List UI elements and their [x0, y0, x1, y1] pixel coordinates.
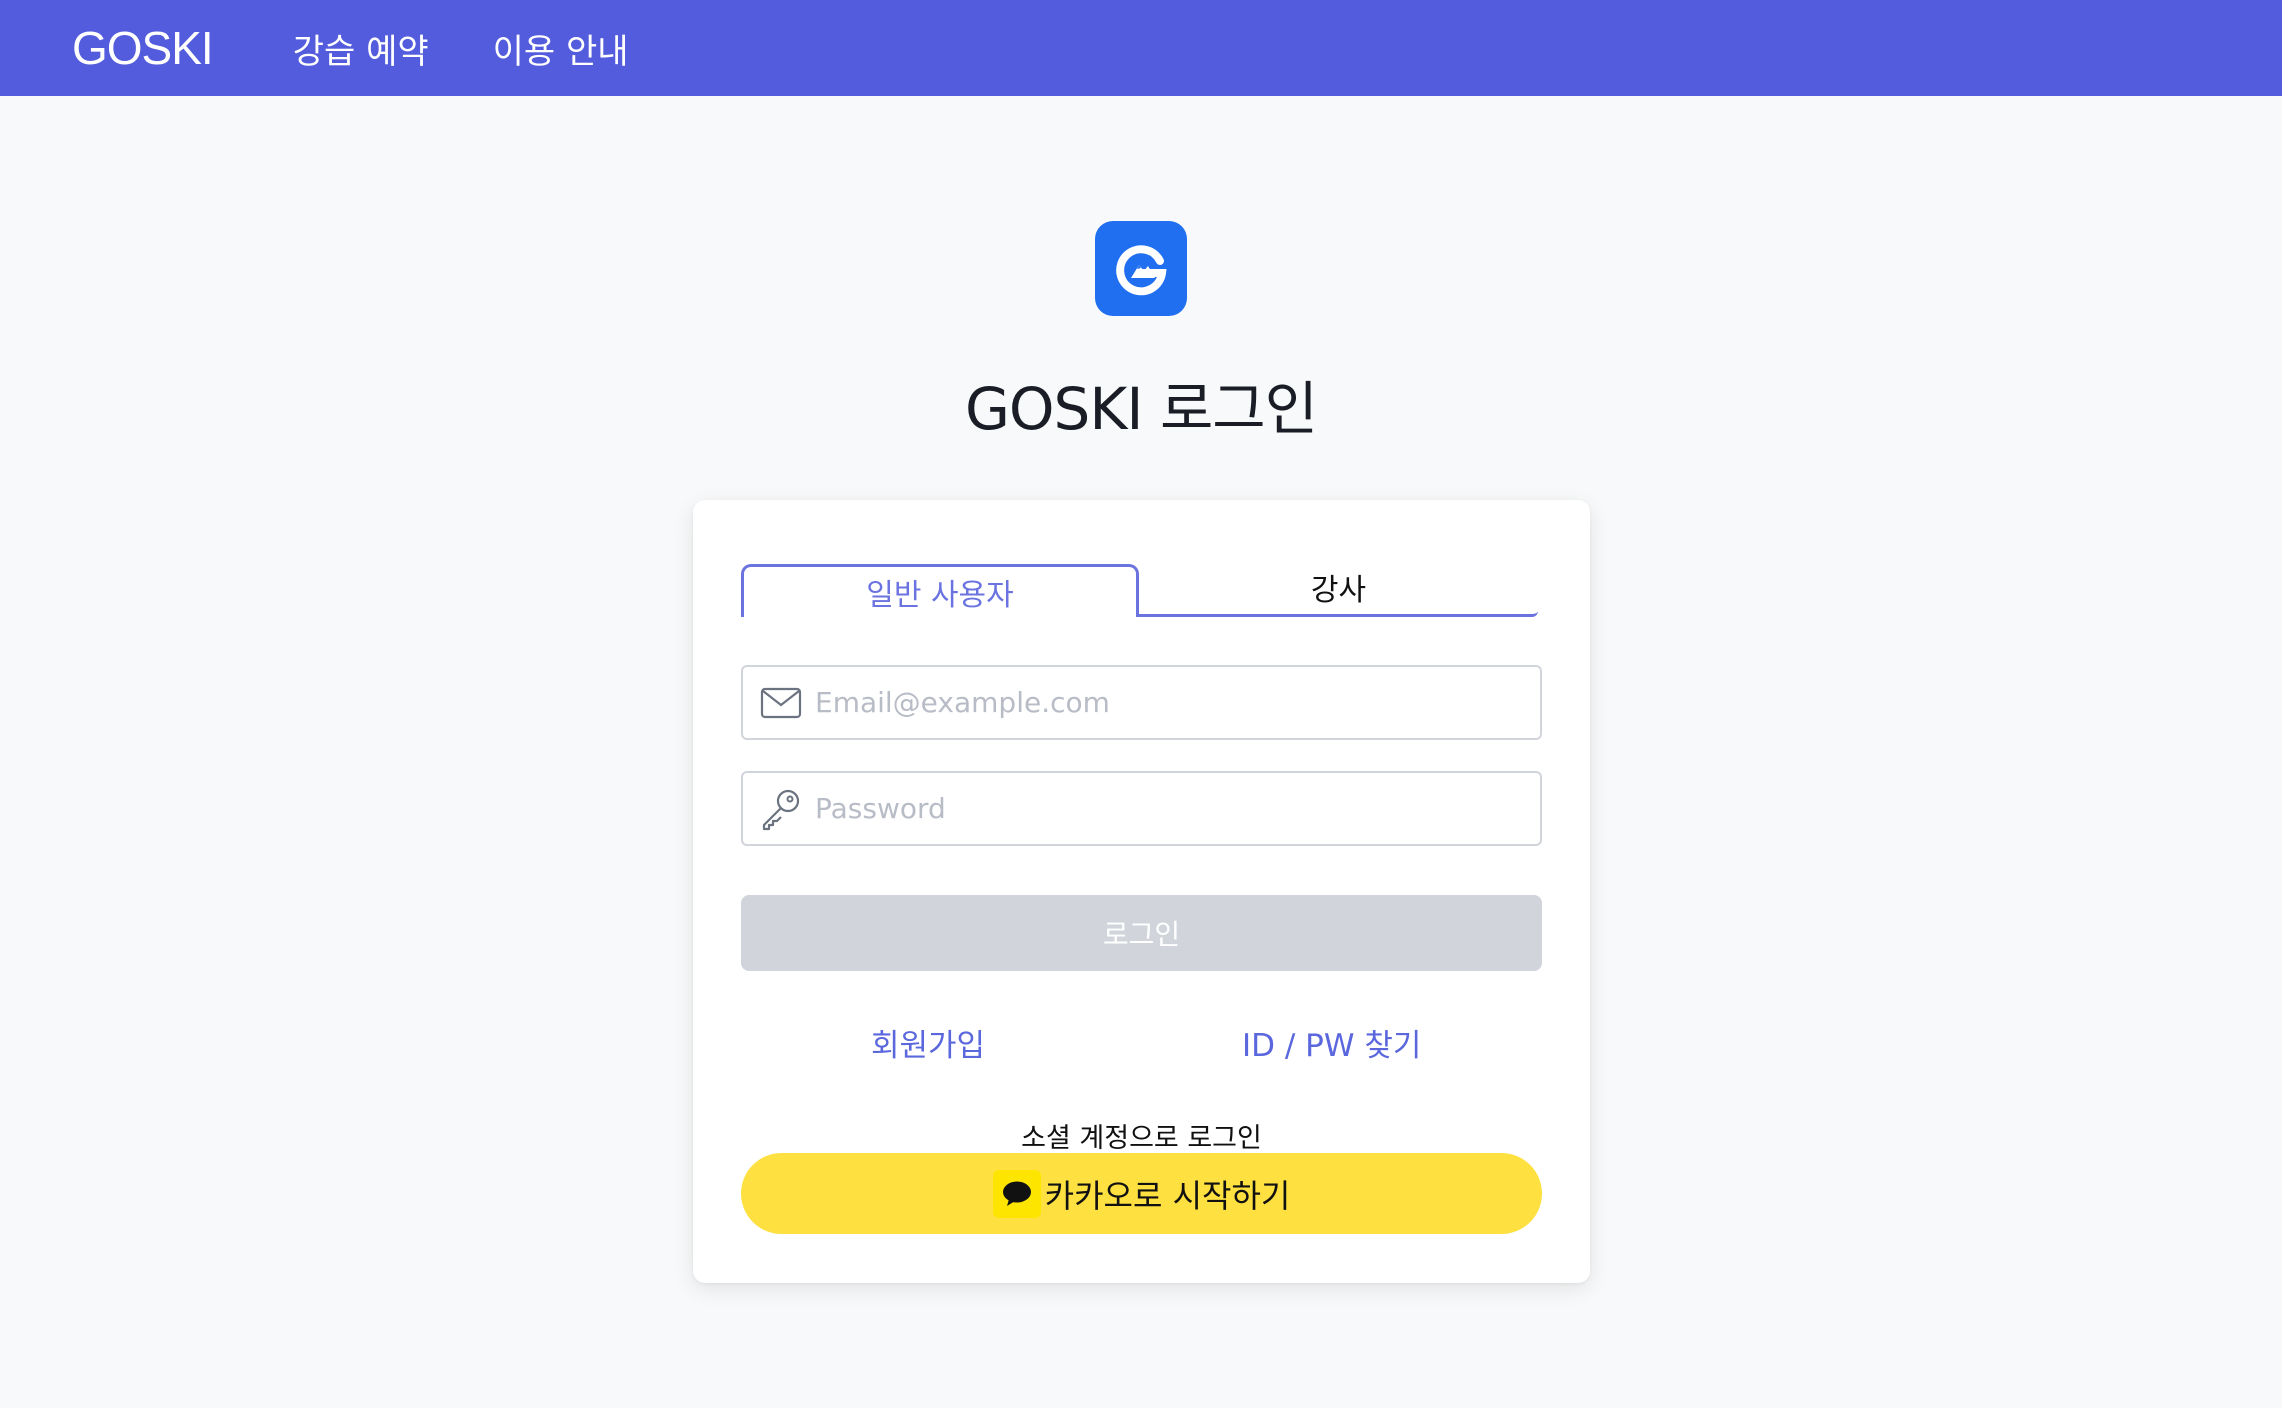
email-input[interactable] — [815, 667, 1540, 738]
password-field[interactable] — [741, 771, 1542, 846]
key-icon — [759, 787, 803, 831]
nav-link-lesson-booking[interactable]: 강습 예약 — [293, 24, 429, 73]
page-title: GOSKI 로그인 — [964, 375, 1318, 443]
email-field[interactable] — [741, 665, 1542, 740]
login-button[interactable]: 로그인 — [741, 895, 1542, 971]
kakao-login-button[interactable]: 카카오로 시작하기 — [741, 1153, 1542, 1234]
user-type-tabs: 일반 사용자 강사 — [741, 564, 1538, 617]
brand-logo-text[interactable]: GOSKI — [72, 21, 214, 75]
goski-logo-icon — [1095, 221, 1187, 316]
kakao-login-label: 카카오로 시작하기 — [1044, 1176, 1291, 1215]
nav-link-usage-guide[interactable]: 이용 안내 — [493, 24, 629, 73]
social-login-label: 소셜 계정으로 로그인 — [1021, 1123, 1262, 1154]
envelope-icon — [759, 681, 803, 725]
tab-instructor[interactable]: 강사 — [1139, 564, 1538, 617]
tab-general-user[interactable]: 일반 사용자 — [741, 564, 1139, 617]
kakao-speech-bubble-icon — [992, 1169, 1041, 1218]
password-input[interactable] — [815, 773, 1540, 844]
top-navbar: GOSKI 강습 예약 이용 안내 — [0, 0, 2282, 96]
signup-link[interactable]: 회원가입 — [871, 1020, 985, 1065]
login-card: 일반 사용자 강사 로그인 회원가입 ID / PW 찾기 소셜 계정으로 로그… — [693, 500, 1590, 1283]
find-id-pw-link[interactable]: ID / PW 찾기 — [1242, 1020, 1421, 1065]
